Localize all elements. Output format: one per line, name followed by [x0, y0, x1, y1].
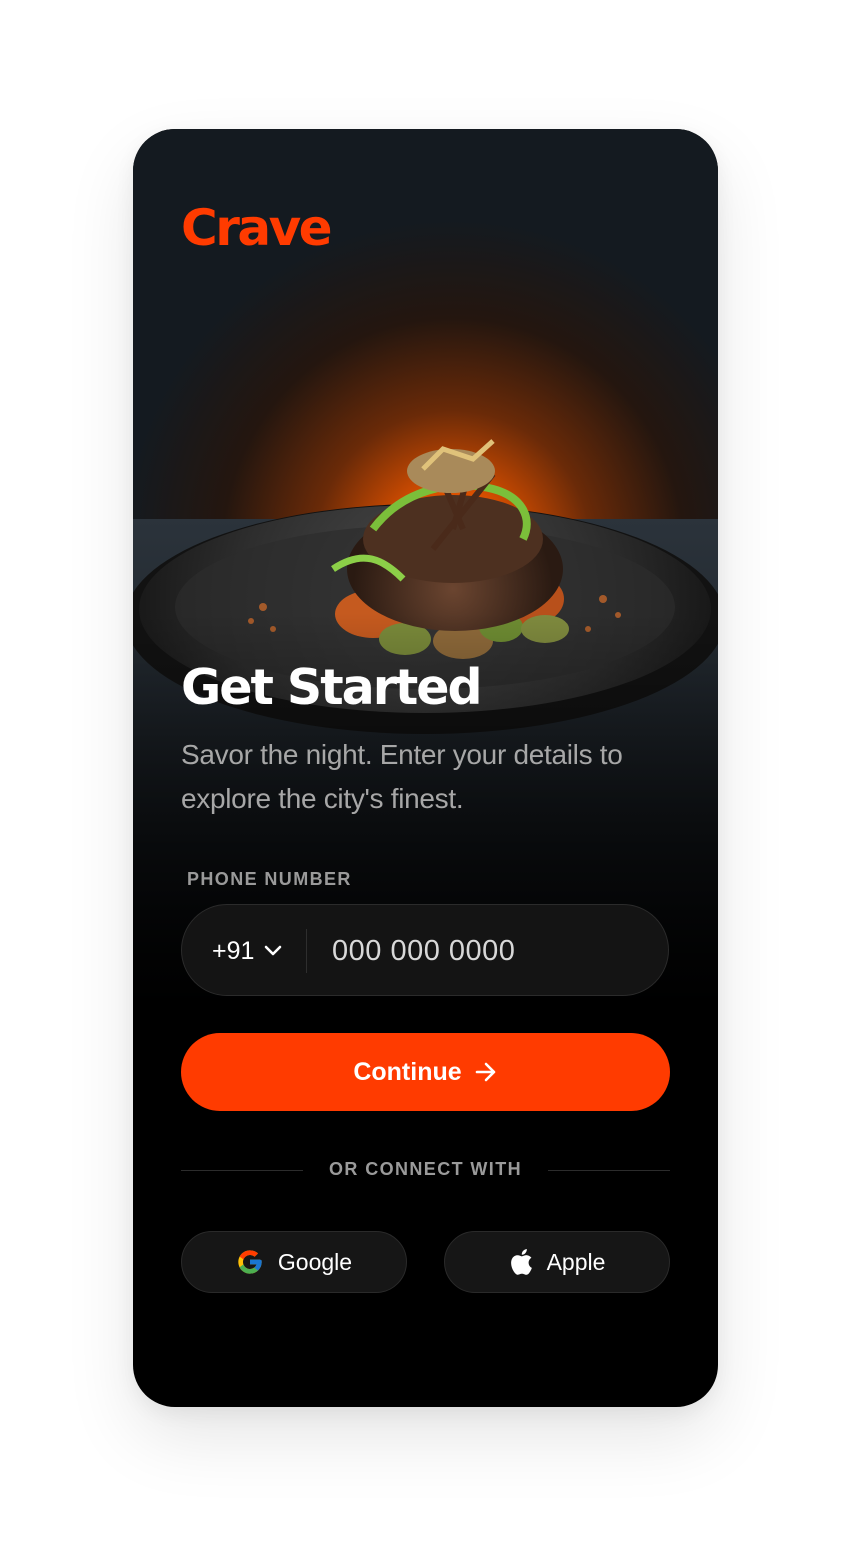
arrow-right-icon	[474, 1061, 498, 1083]
phone-number-label: PHONE NUMBER	[187, 869, 352, 889]
page-title: Get Started	[181, 659, 483, 716]
country-code-select[interactable]: +91	[212, 905, 282, 997]
app-screen: Crave Get Started Savor the night. Enter…	[133, 129, 718, 1407]
country-code-value: +91	[212, 936, 255, 965]
apple-signin-button[interactable]: Apple	[444, 1231, 670, 1293]
continue-button[interactable]: Continue	[181, 1033, 670, 1111]
google-button-label: Google	[277, 1248, 353, 1275]
app-logo: Crave	[181, 199, 333, 257]
field-divider	[306, 929, 307, 973]
phone-number-input[interactable]	[332, 905, 632, 997]
continue-button-label: Continue	[353, 1057, 462, 1086]
google-signin-button[interactable]: Google	[181, 1231, 407, 1293]
social-divider: OR CONNECT WITH	[181, 1159, 670, 1183]
google-icon	[236, 1248, 264, 1276]
phone-number-field: +91	[181, 904, 669, 997]
divider-line-right	[548, 1170, 670, 1171]
chevron-down-icon	[264, 945, 282, 957]
apple-button-label: Apple	[546, 1248, 606, 1275]
apple-icon	[509, 1248, 533, 1276]
page-subtitle: Savor the night. Enter your details to e…	[181, 739, 623, 814]
